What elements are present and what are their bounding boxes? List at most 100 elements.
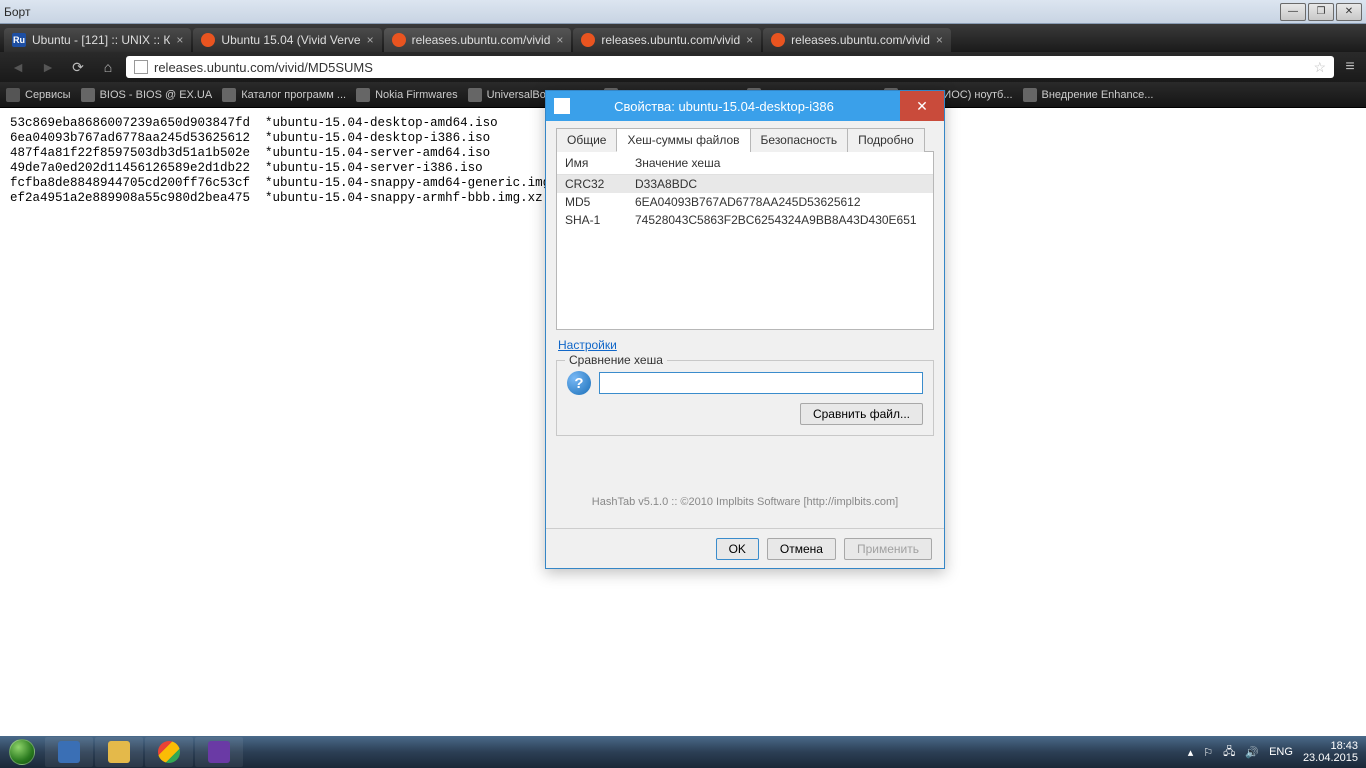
browser-tab[interactable]: Ubuntu 15.04 (Vivid Verve ×: [193, 28, 381, 52]
hash-value: 6EA04093B767AD6778AA245D53625612: [635, 195, 925, 209]
window-title: Борт: [4, 5, 30, 19]
page-icon: [134, 60, 148, 74]
bookmark-label: Nokia Firmwares: [375, 89, 458, 101]
maximize-button[interactable]: ❐: [1308, 3, 1334, 21]
dialog-titlebar[interactable]: Свойства: ubuntu-15.04-desktop-i386 ✕: [546, 91, 944, 121]
taskbar-explorer[interactable]: [95, 737, 143, 767]
col-value: Значение хеша: [635, 156, 720, 170]
bookmark-favicon-icon: [81, 88, 95, 102]
minimize-button[interactable]: —: [1280, 3, 1306, 21]
tab-close-icon[interactable]: ×: [936, 33, 943, 47]
bookmark-label: BIOS - BIOS @ EX.UA: [100, 89, 213, 101]
browser-tab[interactable]: Ru Ubuntu - [121] :: UNIX :: К ×: [4, 28, 191, 52]
hash-row[interactable]: SHA-174528043C5863F2BC6254324A9BB8A43D43…: [557, 211, 933, 229]
hash-name: MD5: [565, 195, 635, 209]
tab-label: releases.ubuntu.com/vivid: [412, 33, 551, 47]
browser-tab[interactable]: releases.ubuntu.com/vivid ×: [384, 28, 572, 52]
bookmark-favicon-icon: [468, 88, 482, 102]
tab-label: Ubuntu - [121] :: UNIX :: К: [32, 33, 170, 47]
compare-legend: Сравнение хеша: [565, 353, 667, 367]
hash-compare-input[interactable]: [599, 372, 923, 394]
hash-list: Имя Значение хеша CRC32D33A8BDCMD56EA040…: [556, 152, 934, 330]
dialog-button-row: OK Отмена Применить: [546, 528, 944, 568]
windows-orb-icon: [9, 739, 35, 765]
hash-compare-group: Сравнение хеша ? Сравнить файл...: [556, 360, 934, 436]
hash-value: D33A8BDC: [635, 177, 925, 191]
file-icon: [554, 98, 570, 114]
browser-tab[interactable]: releases.ubuntu.com/vivid ×: [763, 28, 951, 52]
bookmark-item[interactable]: BIOS - BIOS @ EX.UA: [81, 88, 213, 102]
browser-toolbar: ◄ ► ⟳ ⌂ releases.ubuntu.com/vivid/MD5SUM…: [0, 52, 1366, 82]
folder-icon: [108, 741, 130, 763]
hash-list-header: Имя Значение хеша: [557, 152, 933, 175]
url-text: releases.ubuntu.com/vivid/MD5SUMS: [154, 60, 373, 75]
apps-grid-icon: [6, 88, 20, 102]
tray-flag-icon[interactable]: ⚐: [1203, 746, 1213, 759]
tab-close-icon[interactable]: ×: [556, 33, 563, 47]
tab-label: Ubuntu 15.04 (Vivid Verve: [221, 33, 360, 47]
hash-name: CRC32: [565, 177, 635, 191]
bookmark-item[interactable]: Внедрение Enhance...: [1023, 88, 1154, 102]
cancel-button[interactable]: Отмена: [767, 538, 836, 560]
dialog-close-button[interactable]: ✕: [900, 91, 944, 121]
tray-volume-icon[interactable]: 🔊: [1245, 746, 1259, 759]
bookmark-favicon-icon: [1023, 88, 1037, 102]
back-button[interactable]: ◄: [6, 56, 30, 78]
tab-close-icon[interactable]: ×: [176, 33, 183, 47]
favicon-icon: [392, 33, 406, 47]
tab-security[interactable]: Безопасность: [750, 128, 849, 152]
tray-date: 23.04.2015: [1303, 752, 1358, 764]
tab-close-icon[interactable]: ×: [746, 33, 753, 47]
reload-button[interactable]: ⟳: [66, 56, 90, 78]
bookmark-star-icon[interactable]: ☆: [1313, 59, 1326, 76]
taskbar-app-2[interactable]: [195, 737, 243, 767]
bookmark-favicon-icon: [222, 88, 236, 102]
bookmark-item[interactable]: Nokia Firmwares: [356, 88, 458, 102]
favicon-icon: [581, 33, 595, 47]
hash-name: SHA-1: [565, 213, 635, 227]
window-titlebar: Борт — ❐ ✕: [0, 0, 1366, 24]
tab-close-icon[interactable]: ×: [367, 33, 374, 47]
ok-button[interactable]: OK: [716, 538, 759, 560]
browser-tab[interactable]: releases.ubuntu.com/vivid ×: [573, 28, 761, 52]
start-button[interactable]: [0, 736, 44, 768]
favicon-icon: [771, 33, 785, 47]
bookmark-apps[interactable]: Сервисы: [6, 88, 71, 102]
hash-row[interactable]: CRC32D33A8BDC: [557, 175, 933, 193]
col-name: Имя: [565, 156, 635, 170]
close-button[interactable]: ✕: [1336, 3, 1362, 21]
help-icon: ?: [567, 371, 591, 395]
tray-network-icon[interactable]: 🖧: [1223, 743, 1235, 762]
bookmark-label: Внедрение Enhance...: [1042, 89, 1154, 101]
bookmark-item[interactable]: Каталог программ ...: [222, 88, 346, 102]
system-tray: ▴ ⚐ 🖧 🔊 ENG 18:43 23.04.2015: [1188, 740, 1366, 764]
bookmark-favicon-icon: [356, 88, 370, 102]
address-bar[interactable]: releases.ubuntu.com/vivid/MD5SUMS ☆: [126, 56, 1334, 78]
tray-language[interactable]: ENG: [1269, 746, 1293, 758]
home-button[interactable]: ⌂: [96, 56, 120, 78]
tray-chevron-icon[interactable]: ▴: [1188, 746, 1194, 759]
favicon-icon: [201, 33, 215, 47]
bookmark-label: Каталог программ ...: [241, 89, 346, 101]
favicon-icon: Ru: [12, 33, 26, 47]
tab-file-hashes[interactable]: Хеш-суммы файлов: [616, 128, 750, 152]
taskbar-app-1[interactable]: [45, 737, 93, 767]
forward-button[interactable]: ►: [36, 56, 60, 78]
tray-time: 18:43: [1303, 740, 1358, 752]
apply-button[interactable]: Применить: [844, 538, 932, 560]
tab-general[interactable]: Общие: [556, 128, 617, 152]
tab-details[interactable]: Подробно: [847, 128, 925, 152]
tray-clock[interactable]: 18:43 23.04.2015: [1303, 740, 1358, 764]
chrome-menu-button[interactable]: ≡: [1340, 56, 1360, 78]
hashtab-footer: HashTab v5.1.0 :: ©2010 Implbits Softwar…: [556, 436, 934, 518]
compare-file-button[interactable]: Сравнить файл...: [800, 403, 923, 425]
bookmark-label: Сервисы: [25, 89, 71, 101]
taskbar-chrome[interactable]: [145, 737, 193, 767]
hash-row[interactable]: MD56EA04093B767AD6778AA245D53625612: [557, 193, 933, 211]
dialog-tabs: Общие Хеш-суммы файлов Безопасность Подр…: [556, 127, 934, 152]
app-icon: [58, 741, 80, 763]
tab-label: releases.ubuntu.com/vivid: [601, 33, 740, 47]
tab-label: releases.ubuntu.com/vivid: [791, 33, 930, 47]
properties-dialog: Свойства: ubuntu-15.04-desktop-i386 ✕ Об…: [545, 90, 945, 569]
browser-tabstrip: RuUbuntu - [121] :: UNIX :: К×Ubuntu 15.…: [0, 24, 1366, 52]
